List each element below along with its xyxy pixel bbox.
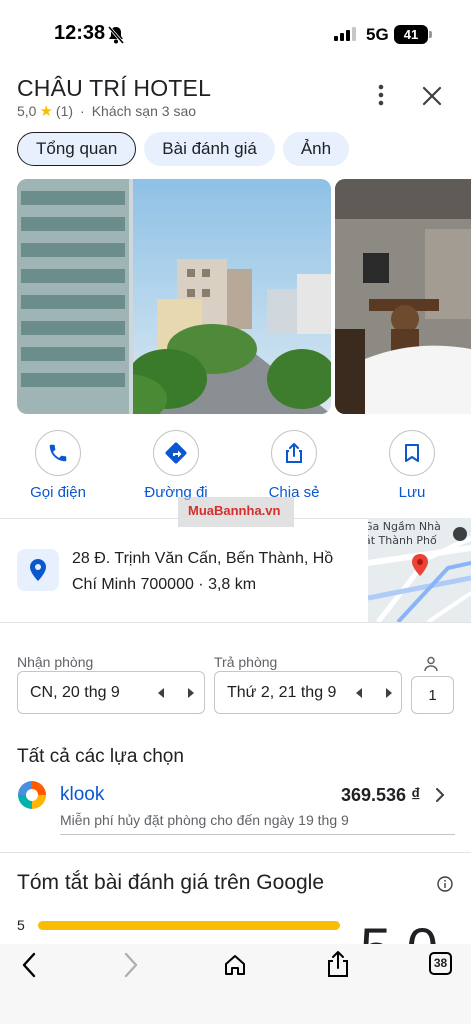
more-options-icon[interactable] [372, 82, 390, 108]
bookmark-icon [389, 430, 435, 476]
signal-icon [334, 27, 358, 46]
address-line-1: 28 Đ. Trịnh Văn Cấn, Bến Thành, Hồ [72, 550, 334, 567]
divider [60, 834, 455, 835]
divider [0, 622, 471, 623]
review-count[interactable]: (1) [56, 103, 73, 119]
guest-count[interactable]: 1 [411, 676, 454, 714]
next-date-icon[interactable] [386, 688, 392, 698]
place-category: Khách sạn 3 sao [91, 103, 197, 119]
provider-name[interactable]: klook [60, 784, 104, 806]
cancellation-note: Miễn phí hủy đặt phòng cho đến ngày 19 t… [60, 812, 349, 828]
status-bar: 12:38 5G 41 [0, 0, 471, 70]
directions-icon [153, 430, 199, 476]
place-meta: 5,0 ★ (1) · Khách sạn 3 sao [17, 102, 196, 120]
divider [0, 852, 471, 853]
options-title: Tất cả các lựa chọn [17, 746, 184, 767]
address-text[interactable]: 28 Đ. Trịnh Văn Cấn, Bến Thành, Hồ Chí M… [72, 546, 357, 598]
map-thumbnail[interactable]: Ga Ngầm Nhà át Thành Phố [368, 518, 471, 622]
bell-off-icon [107, 26, 125, 49]
browser-toolbar [0, 944, 471, 1024]
directions-button[interactable]: Đường đi [131, 430, 221, 501]
prev-date-icon[interactable] [158, 688, 164, 698]
rating-bar-label: 5 [17, 917, 25, 933]
save-label: Lưu [398, 484, 426, 501]
meta-separator: · [80, 103, 85, 119]
next-date-icon[interactable] [188, 688, 194, 698]
tab-photos[interactable]: Ảnh [282, 132, 350, 166]
checkout-field[interactable]: Thứ 2, 21 thg 9 [214, 671, 402, 714]
share-button[interactable]: Chia sẻ [249, 430, 339, 501]
phone-icon [35, 430, 81, 476]
checkout-value: Thứ 2, 21 thg 9 [227, 684, 337, 701]
star-icon: ★ [39, 103, 53, 120]
address-line-2: Chí Minh 700000 · 3,8 km [72, 576, 257, 593]
review-summary-title: Tóm tắt bài đánh giá trên Google [17, 871, 325, 894]
forward-icon[interactable] [122, 952, 140, 983]
battery-tip [429, 31, 432, 38]
call-label: Gọi điện [30, 484, 86, 501]
hotel-exterior-photo[interactable] [17, 179, 331, 414]
map-label-1: Ga Ngầm Nhà [368, 520, 441, 533]
tab-reviews[interactable]: Bài đánh giá [144, 132, 275, 166]
battery-icon: 41 [394, 25, 428, 44]
location-pin-icon [17, 549, 59, 591]
map-label-2: át Thành Phố [368, 534, 437, 547]
tab-overview[interactable]: Tổng quan [17, 132, 137, 166]
klook-logo [17, 780, 47, 810]
share-icon[interactable] [326, 950, 350, 983]
save-button[interactable]: Lưu [367, 430, 457, 501]
place-title: CHÂU TRÍ HOTEL [17, 75, 212, 101]
close-icon[interactable] [420, 84, 444, 108]
checkout-label: Trả phòng [214, 654, 278, 670]
hotel-room-photo[interactable] [335, 179, 471, 414]
checkin-field[interactable]: CN, 20 thg 9 [17, 671, 205, 714]
call-button[interactable]: Gọi điện [13, 430, 103, 501]
rating-value: 5,0 [17, 103, 37, 119]
home-icon[interactable] [223, 953, 247, 982]
tab-count-button[interactable]: 38 [429, 952, 452, 975]
tab-bar: Tổng quan Bài đánh giá Ảnh [17, 132, 350, 166]
info-icon[interactable] [437, 876, 453, 897]
back-icon[interactable] [20, 952, 38, 983]
status-time: 12:38 [54, 22, 106, 44]
checkin-label: Nhận phòng [17, 654, 94, 670]
share-icon [271, 430, 317, 476]
chevron-right-icon[interactable] [435, 787, 445, 808]
checkin-value: CN, 20 thg 9 [30, 684, 120, 701]
rating-bar [38, 921, 340, 930]
watermark: MuaBannha.vn [178, 497, 294, 527]
prev-date-icon[interactable] [356, 688, 362, 698]
network-type: 5G [366, 25, 389, 44]
person-icon [423, 656, 439, 677]
provider-price[interactable]: 369.536 ₫ [341, 785, 420, 806]
